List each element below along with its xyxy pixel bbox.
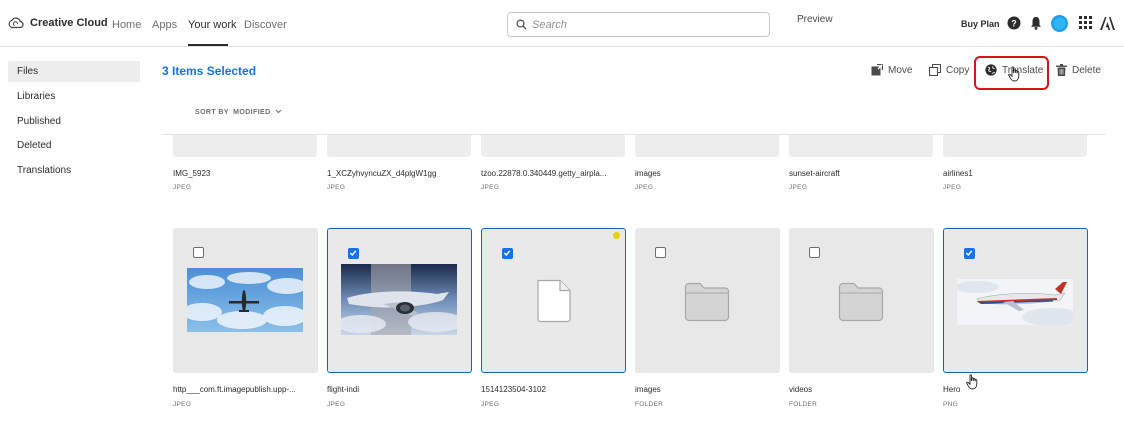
card-type: JPEG	[943, 184, 962, 191]
asset-card-tile[interactable]	[789, 228, 934, 373]
notifications-bell-icon[interactable]	[1030, 16, 1042, 30]
search-input[interactable]	[532, 16, 762, 33]
svg-text:?: ?	[1011, 19, 1017, 29]
card-name[interactable]: flight-indi	[327, 385, 472, 394]
card-type: FOLDER	[789, 401, 818, 408]
asset-card-tile[interactable]	[943, 228, 1088, 373]
brand[interactable]: Creative Cloud	[8, 17, 108, 29]
sidebar-item-published[interactable]: Published	[8, 111, 140, 132]
asset-card-tile[interactable]	[635, 228, 780, 373]
card-name[interactable]: 1514123504-3102	[481, 385, 626, 394]
delete-label: Delete	[1072, 64, 1101, 76]
copy-button[interactable]: Copy	[929, 62, 969, 78]
checkmark-icon	[503, 250, 511, 257]
hand-cursor-icon	[1008, 66, 1020, 82]
card-name[interactable]: IMG_5923	[173, 169, 318, 178]
card-name[interactable]: sunset-aircraft	[789, 169, 934, 178]
preview-label: Preview	[797, 14, 833, 25]
card-type: JPEG	[789, 184, 808, 191]
sidebar-item-files[interactable]: Files	[8, 61, 140, 82]
card-thumbnail[interactable]	[635, 135, 779, 157]
card-name[interactable]: tzoo.22878.0.340449.getty_airpla...	[481, 169, 626, 178]
nav-apps[interactable]: Apps	[152, 19, 177, 31]
card-name[interactable]: 1_XCZyhvyncuZX_d4plgW1gg	[327, 169, 472, 178]
asset-card-tile[interactable]	[481, 228, 626, 373]
adobe-logo-icon[interactable]	[1100, 17, 1115, 30]
avatar[interactable]	[1051, 15, 1068, 32]
card-name[interactable]: Hero	[943, 385, 1088, 394]
card-type: JPEG	[481, 401, 500, 408]
card-type: JPEG	[173, 184, 192, 191]
selection-count: 3 Items Selected	[162, 64, 257, 78]
airliner-thumbnail	[957, 279, 1073, 325]
card-type: JPEG	[173, 401, 192, 408]
card-type: FOLDER	[635, 401, 664, 408]
card-type: JPEG	[327, 184, 346, 191]
select-checkbox[interactable]	[809, 247, 820, 258]
checkmark-icon	[349, 250, 357, 257]
sidebar: Files Libraries Published Deleted Transl…	[0, 47, 147, 434]
asset-card-tile[interactable]	[327, 228, 472, 373]
card-type: JPEG	[635, 184, 654, 191]
move-icon	[871, 64, 883, 76]
card-name[interactable]: images	[635, 385, 780, 394]
creative-cloud-logo-icon	[8, 17, 24, 29]
app-switcher-grid-icon[interactable]	[1079, 16, 1092, 29]
select-checkbox[interactable]	[502, 248, 513, 259]
active-nav-indicator	[188, 44, 228, 46]
copy-icon	[929, 64, 941, 76]
folder-icon	[838, 282, 884, 322]
card-type: JPEG	[481, 184, 500, 191]
card-name[interactable]: airlines1	[943, 169, 1088, 178]
search-icon	[516, 19, 527, 30]
delete-button[interactable]: Delete	[1056, 62, 1101, 78]
folder-icon	[684, 282, 730, 322]
chevron-down-icon	[275, 109, 282, 114]
sidebar-item-translations[interactable]: Translations	[8, 160, 140, 181]
card-thumbnail[interactable]	[481, 135, 625, 157]
sort-value: MODIFIED	[233, 109, 271, 116]
nav-discover[interactable]: Discover	[244, 19, 287, 31]
move-label: Move	[888, 64, 913, 76]
sort-control[interactable]: SORT BY MODIFIED	[195, 109, 282, 116]
card-type: JPEG	[327, 401, 346, 408]
file-icon	[537, 279, 571, 323]
brand-name: Creative Cloud	[30, 17, 108, 29]
top-bar: Creative Cloud Home Apps Your work Disco…	[0, 0, 1124, 47]
select-checkbox[interactable]	[655, 247, 666, 258]
card-thumbnail[interactable]	[943, 135, 1087, 157]
move-button[interactable]: Move	[871, 62, 912, 78]
sort-label: SORT BY	[195, 109, 229, 116]
select-checkbox[interactable]	[193, 247, 204, 258]
jet-thumbnail	[341, 264, 457, 335]
card-name[interactable]: videos	[789, 385, 934, 394]
card-name[interactable]: http___com.ft.imagepublish.upp-...	[173, 385, 318, 394]
search-box[interactable]	[507, 12, 770, 37]
buy-plan-link[interactable]: Buy Plan	[961, 19, 1000, 29]
checkmark-icon	[965, 250, 973, 257]
hand-cursor-icon	[966, 374, 978, 390]
sidebar-item-deleted[interactable]: Deleted	[8, 135, 140, 156]
asset-card-tile[interactable]	[173, 228, 318, 373]
sky-plane-thumbnail	[187, 268, 303, 332]
nav-your-work[interactable]: Your work	[188, 19, 237, 31]
select-checkbox[interactable]	[348, 248, 359, 259]
card-thumbnail[interactable]	[327, 135, 471, 157]
card-thumbnail[interactable]	[173, 135, 317, 157]
sidebar-item-libraries[interactable]: Libraries	[8, 86, 140, 107]
card-name[interactable]: images	[635, 169, 780, 178]
status-dot	[613, 232, 620, 239]
trash-icon	[1056, 64, 1067, 76]
card-type: PNG	[943, 401, 958, 408]
select-checkbox[interactable]	[964, 248, 975, 259]
nav-home[interactable]: Home	[112, 19, 141, 31]
help-icon[interactable]: ?	[1007, 16, 1021, 30]
card-thumbnail[interactable]	[789, 135, 933, 157]
copy-label: Copy	[946, 64, 970, 76]
